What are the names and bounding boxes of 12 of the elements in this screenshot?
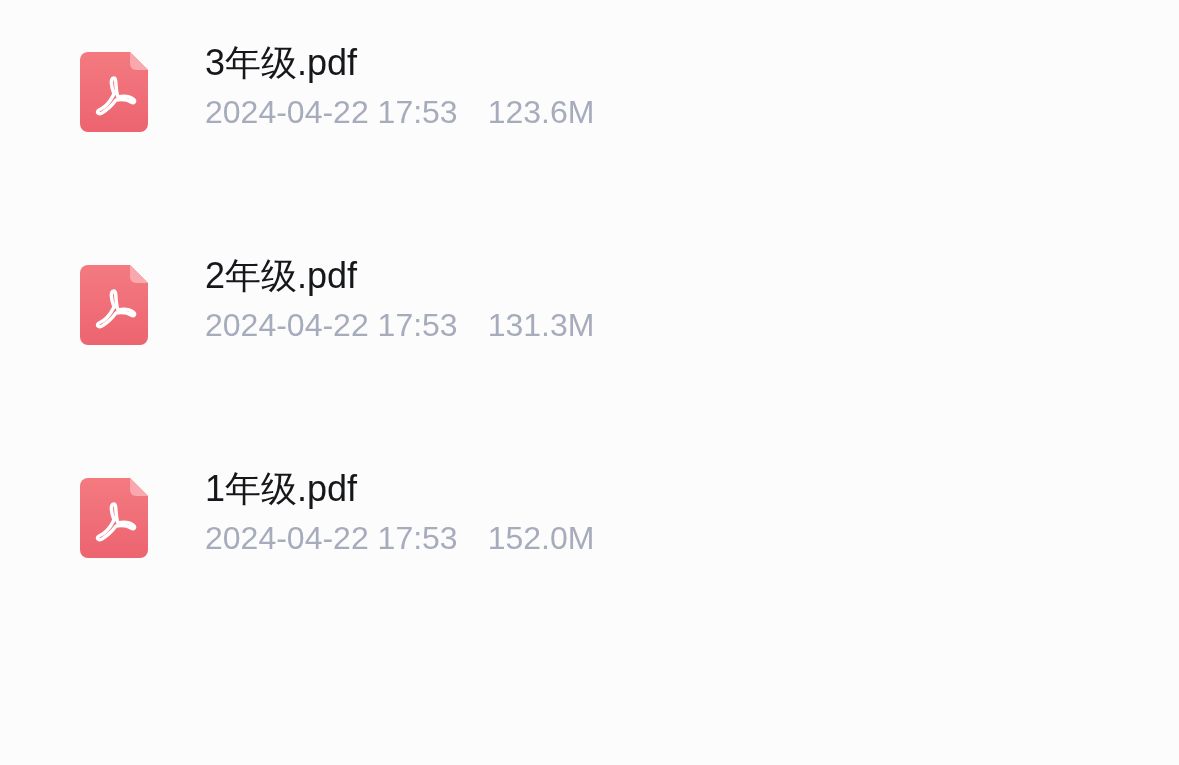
file-name: 1年级.pdf: [205, 467, 359, 511]
pdf-file-icon: [80, 265, 148, 345]
file-date: 2024-04-22 17:53: [205, 306, 458, 345]
file-size: 123.6M: [487, 93, 595, 132]
file-name: 2年级.pdf: [205, 254, 359, 298]
file-size: 152.0M: [487, 519, 595, 558]
pdf-file-icon: [80, 478, 148, 558]
file-name: 3年级.pdf: [205, 41, 359, 85]
file-date: 2024-04-22 17:53: [205, 519, 458, 558]
file-size: 131.3M: [487, 306, 595, 345]
file-date: 2024-04-22 17:53: [205, 93, 458, 132]
pdf-file-icon: [80, 52, 148, 132]
